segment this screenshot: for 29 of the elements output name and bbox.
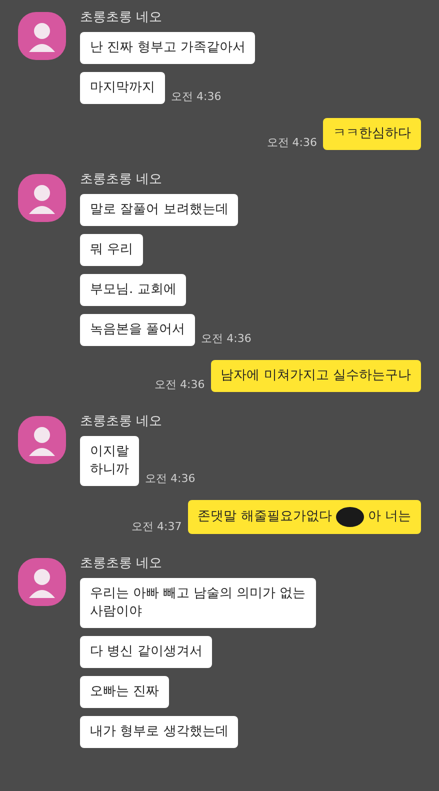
- message-bubble: 오빠는 진짜: [80, 676, 170, 708]
- message-text: 존댓말 해줄필요가없다: [198, 508, 332, 526]
- message-bubble: 남자에 미쳐가지고 실수하는구나: [210, 360, 421, 392]
- sender-name: 초롱초롱 네오: [80, 413, 164, 430]
- avatar-icon[interactable]: [18, 558, 66, 606]
- message-bubble: 다 병신 같이생겨서: [80, 636, 212, 668]
- avatar-icon[interactable]: [18, 12, 66, 60]
- message-bubble: 우리는 아빠 빼고 남술의 의미가 없는 사람이야: [80, 578, 316, 628]
- message-bubble: 마지막까지: [80, 72, 165, 104]
- message-time: 오전 4:36: [266, 135, 317, 150]
- message-bubble: 이지랄 하니까: [80, 436, 139, 486]
- message-bubble: 내가 형부로 생각했는데: [80, 716, 238, 748]
- sender-name: 초롱초롱 네오: [80, 555, 164, 572]
- message-time: 오전 4:36: [154, 377, 205, 392]
- message-time: 오전 4:37: [132, 519, 182, 534]
- sender-name: 초롱초롱 네오: [80, 9, 164, 26]
- message-time: 오전 4:36: [145, 471, 196, 486]
- message-time: 오전 4:36: [201, 331, 252, 346]
- message-bubble: 부모님. 교회에: [80, 274, 186, 306]
- message-bubble: 난 진짜 형부고 가족같아서: [80, 32, 256, 64]
- message-bubble: 말로 잘풀어 보려했는데: [80, 194, 238, 226]
- sender-name: 초롱초롱 네오: [80, 171, 164, 188]
- avatar-icon[interactable]: [18, 416, 66, 464]
- message-text: 아 너는: [368, 508, 411, 526]
- message-bubble: 녹음본을 풀어서: [80, 314, 196, 346]
- message-bubble: ㅋㅋ한심하다: [323, 118, 421, 150]
- message-bubble: 뭐 우리: [80, 234, 144, 266]
- avatar-icon[interactable]: [18, 174, 66, 222]
- message-time: 오전 4:36: [171, 89, 222, 104]
